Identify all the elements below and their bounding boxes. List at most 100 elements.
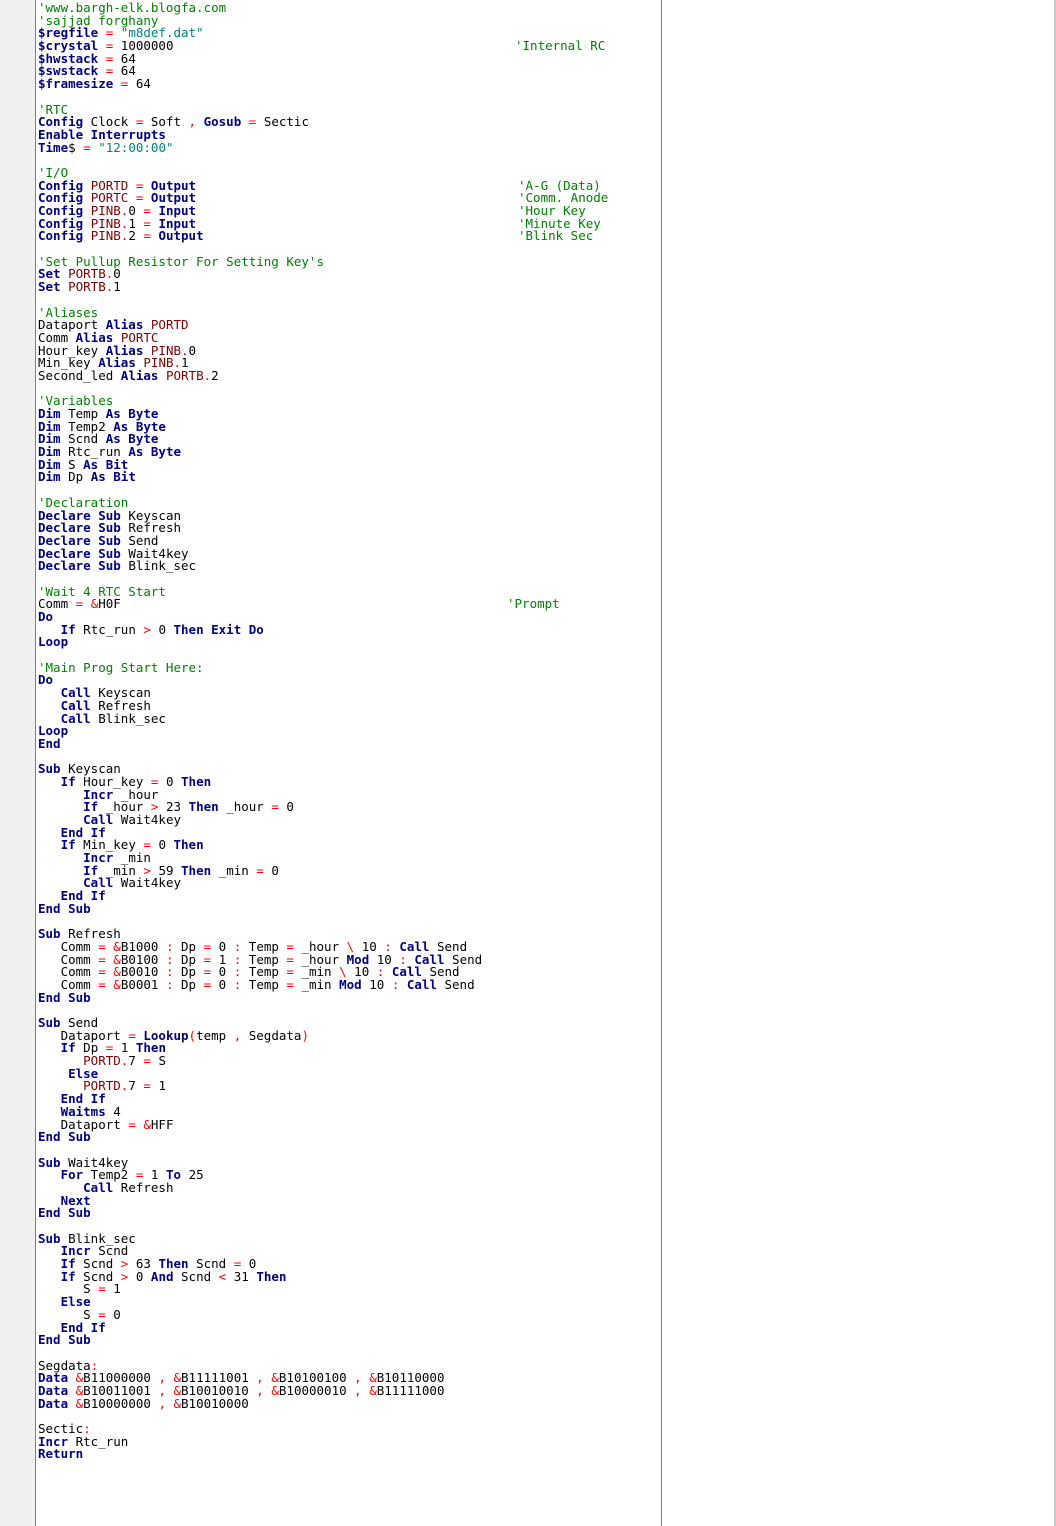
code-line[interactable]: End Sub (38, 1333, 658, 1347)
code-line[interactable]: Time$ = "12:00:00" (38, 139, 658, 155)
code-line[interactable] (38, 751, 658, 764)
code-line[interactable]: Sectic: (38, 1422, 658, 1436)
code-line[interactable]: 'Set Pullup Resistor For Setting Key's (38, 255, 658, 269)
code-token: 0 (286, 799, 294, 815)
code-line[interactable]: If Rtc_run > 0 Then Exit Do (38, 623, 658, 637)
code-line[interactable]: Data &B10000000 , &B10010000 (38, 1395, 658, 1411)
code-line[interactable]: Comm = &H0F 'Prompt (38, 597, 658, 611)
code-editor[interactable]: 'www.bargh-elk.blogfa.com'sajjad forghan… (38, 1, 658, 1461)
code-line[interactable]: End If (38, 1321, 658, 1335)
code-line[interactable] (38, 294, 658, 307)
code-token: Blink_sec (90, 710, 166, 726)
code-line[interactable] (38, 916, 658, 929)
code-line[interactable]: End Sub (38, 991, 658, 1005)
code-token: Dp (60, 469, 91, 485)
code-token: End Sub (38, 1205, 91, 1221)
code-token: , (188, 114, 197, 130)
code-line[interactable]: Call Blink_sec (38, 710, 658, 726)
code-token: Then (181, 773, 212, 789)
code-line[interactable]: PORTD.7 = 1 (38, 1080, 658, 1093)
code-line[interactable] (38, 1004, 658, 1017)
code-token: Temp (241, 976, 287, 992)
code-line[interactable]: End If (38, 889, 658, 903)
code-line[interactable] (38, 1347, 658, 1360)
code-token: $ (68, 139, 84, 155)
code-token: = (143, 228, 151, 244)
code-line[interactable]: Second_led Alias PORTB.2 (38, 367, 658, 383)
code-line[interactable]: 'Main Prog Start Here: (38, 661, 658, 675)
code-token: Call (406, 976, 437, 992)
code-line[interactable]: S = 1 (38, 1283, 658, 1296)
code-line[interactable]: Loop (38, 724, 658, 738)
code-line[interactable]: Dim Dp As Bit (38, 471, 658, 484)
code-token: & (143, 1116, 151, 1132)
code-token: B10010000 (181, 1395, 249, 1411)
code-token: 2 (211, 367, 219, 383)
code-token: 1 (113, 279, 121, 295)
inline-comment: 'Internal RC (515, 38, 606, 54)
code-token: Output (158, 228, 204, 244)
code-token: 0 (113, 1306, 121, 1322)
code-line[interactable]: Return (38, 1448, 658, 1461)
code-line[interactable]: Loop (38, 636, 658, 649)
code-token: Dp (173, 976, 204, 992)
code-line[interactable]: Declare Sub Blink_sec (38, 558, 658, 574)
code-line[interactable]: Else (38, 1295, 658, 1309)
code-token: Blink_sec (120, 558, 197, 574)
code-token: _min (211, 862, 257, 878)
code-token: Set (38, 279, 61, 295)
code-token: = (286, 976, 294, 992)
code-token: Loop (38, 634, 69, 650)
code-token: = (143, 1053, 151, 1069)
code-line[interactable]: Set PORTB.1 (38, 279, 658, 295)
code-line[interactable]: Comm = &B0001 : Dp = 0 : Temp = _min Mod… (38, 976, 658, 992)
code-token: Return (38, 1446, 84, 1462)
code-line[interactable]: S = 0 (38, 1306, 658, 1322)
code-line[interactable]: End If (38, 1092, 658, 1106)
code-line[interactable]: End Sub (38, 1130, 658, 1144)
code-token: 64 (135, 76, 151, 92)
code-line[interactable] (38, 1410, 658, 1423)
code-line[interactable]: Set PORTB.0 (38, 268, 658, 281)
code-line[interactable]: 'Wait 4 RTC Start (38, 585, 658, 599)
code-token: : (165, 976, 174, 992)
code-line[interactable]: Dataport = &HFF (38, 1116, 658, 1132)
code-line[interactable]: If Scnd > 0 And Scnd < 31 Then (38, 1269, 658, 1284)
code-line[interactable]: End (38, 737, 658, 751)
code-token: 25 (188, 1167, 204, 1183)
code-line[interactable]: Call Refresh (38, 1181, 658, 1195)
code-token: = (256, 862, 264, 878)
code-line[interactable]: PORTD.7 = S (38, 1053, 658, 1069)
code-line[interactable]: Config PINB.2 = Output 'Blink Sec (38, 230, 658, 243)
code-line[interactable]: Incr Rtc_run (38, 1435, 658, 1449)
code-line[interactable]: Dim Rtc_run As Byte (38, 445, 658, 459)
code-token: Dim (38, 469, 61, 485)
code-line[interactable]: End Sub (38, 1205, 658, 1221)
code-token: = (128, 1116, 136, 1132)
code-token: = (83, 139, 91, 155)
code-line[interactable]: End Sub (38, 902, 658, 916)
code-token: As Bit (90, 469, 136, 485)
code-line[interactable] (38, 1144, 658, 1157)
code-line[interactable]: Sub Blink_sec (38, 1232, 658, 1246)
code-line[interactable]: $framesize = 64 (38, 76, 658, 92)
code-line[interactable]: Next (38, 1194, 658, 1208)
code-line[interactable] (38, 91, 658, 104)
inline-comment: 'Blink Sec (518, 228, 594, 244)
code-line[interactable] (38, 383, 658, 396)
code-line[interactable] (38, 484, 658, 497)
code-token: "12:00:00" (98, 139, 174, 155)
code-token: & (369, 1382, 377, 1398)
code-line[interactable]: Call Wait4key (38, 877, 658, 890)
code-line[interactable]: Call Wait4key (38, 813, 658, 827)
code-line[interactable] (38, 154, 658, 167)
